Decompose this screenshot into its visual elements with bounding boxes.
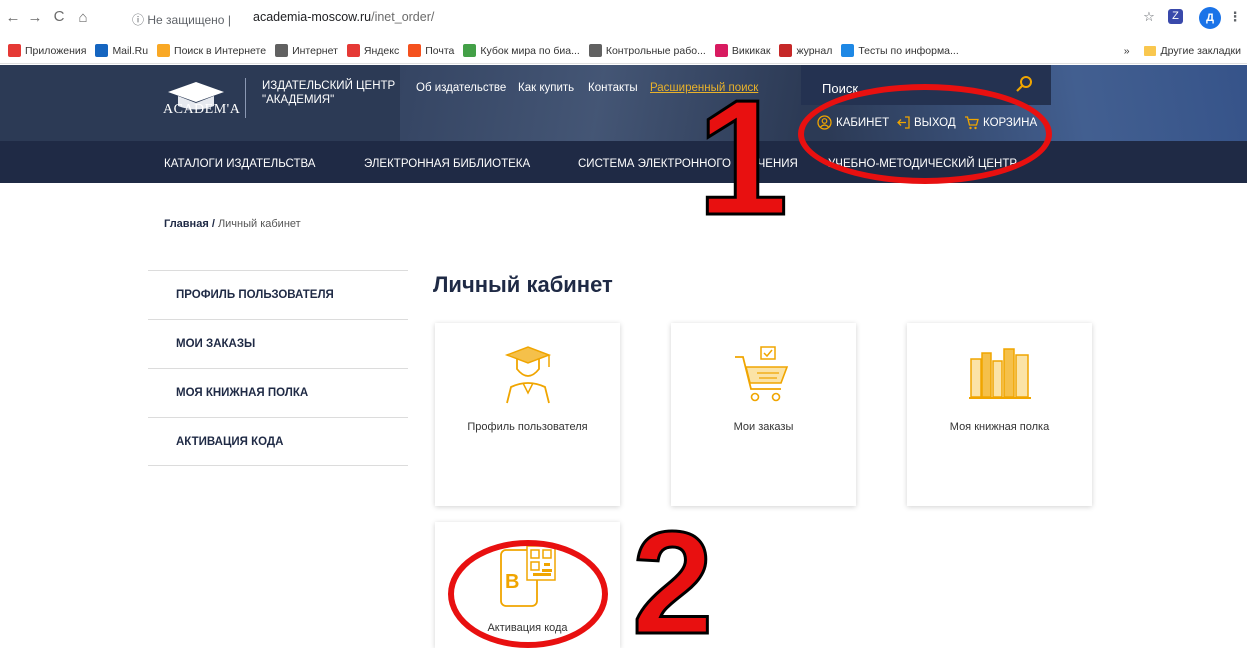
bookmark-item[interactable]: Поиск в Интернете [157,44,266,57]
logo-divider [245,78,246,118]
forward-icon[interactable]: → [26,9,44,26]
journal-icon [779,44,793,57]
sidebar-item-code-activation[interactable]: АКТИВАЦИЯ КОДА [148,417,408,466]
bookmark-label: журнал [796,44,833,57]
folder-icon [1143,46,1156,56]
card-label: Профиль пользователя [467,421,588,433]
bookmark-item[interactable]: Интернет [275,44,338,57]
breadcrumb-home[interactable]: Главная [164,218,209,230]
page-title: Личный кабинет [433,272,613,297]
mailru-icon [95,44,109,57]
card-profile[interactable]: Профиль пользователя [435,323,620,506]
menu-dots-icon[interactable]: ⋮ [1225,7,1245,27]
account-sidebar: ПРОФИЛЬ ПОЛЬЗОВАТЕЛЯ МОИ ЗАКАЗЫ МОЯ КНИЖ… [148,270,408,466]
brand-line: "АКАДЕМИЯ" [262,94,335,106]
bookmark-label: Яндекс [363,44,400,57]
graduate-icon [504,346,552,404]
card-label: Мои заказы [733,421,794,433]
bookmark-label: Почта [425,44,455,57]
sidebar-item-profile[interactable]: ПРОФИЛЬ ПОЛЬЗОВАТЕЛЯ [148,270,408,319]
card-bookshelf[interactable]: Моя книжная полка [907,323,1092,506]
annotation-ring-2 [448,540,608,648]
search-icon[interactable] [1014,74,1034,94]
breadcrumb: Главная / Личный кабинет [164,218,301,230]
brand-line: ИЗДАТЕЛЬСКИЙ ЦЕНТР [262,80,396,92]
card-orders[interactable]: Мои заказы [671,323,856,506]
bookmark-item[interactable]: Кубок мира по биа... [463,44,580,57]
sidebar-item-orders[interactable]: МОИ ЗАКАЗЫ [148,319,408,368]
breadcrumb-current: Личный кабинет [217,218,301,230]
bookmark-item[interactable]: Яндекс [346,44,400,57]
bookmark-label: Поиск в Интернете [174,44,267,57]
yandex-icon [346,44,360,57]
bookmark-item[interactable]: журнал [779,44,832,57]
home-icon[interactable]: ⌂ [74,9,92,26]
menu-e-library[interactable]: ЭЛЕКТРОННАЯ БИБЛИОТЕКА [364,158,530,170]
annotation-ring-1 [798,84,1052,184]
bookmark-item[interactable]: Приложения [8,44,86,57]
mail-icon [408,44,422,57]
globe-icon [588,44,602,57]
url-host: academia-moscow.ru [253,10,372,24]
check-icon [841,44,855,57]
other-bookmarks-label: Другие закладки [1160,45,1241,57]
other-bookmarks[interactable]: » Другие закладки [1124,38,1241,64]
bookmark-item[interactable]: Тесты по информа... [841,44,959,57]
bookmark-label: Тесты по информа... [858,44,959,57]
extension-icon[interactable]: Z [1168,9,1183,24]
bookshelf-icon [969,348,1031,399]
bookmark-item[interactable]: Викикак [714,44,771,57]
bookmark-item[interactable]: Почта [408,44,454,57]
breadcrumb-separator: / [211,218,215,230]
bookmark-item[interactable]: Контрольные рабо... [588,44,706,57]
wikikak-icon [714,44,728,57]
bookmark-item[interactable]: Mail.Ru [95,44,148,57]
annotation-number-2: 2 [630,501,714,648]
apps-icon [8,44,21,57]
security-text: Не защищено [147,13,225,27]
cart-icon [735,346,789,402]
globe-icon [275,44,289,57]
site-icon [463,44,477,57]
security-indicator[interactable]: ⓘ Не защищено | [132,11,231,28]
bookmarks-bar: Приложения Mail.Ru Поиск в Интернете Интерн… [0,38,1247,64]
profile-avatar[interactable]: Д [1199,7,1221,29]
site-logo[interactable]: ACADEM'A [163,102,240,118]
annotation-number-1: 1 [695,66,789,249]
browser-toolbar: ← → C ⌂ ⓘ Не защищено | academia-moscow.… [0,0,1247,38]
sidebar-item-bookshelf[interactable]: МОЯ КНИЖНАЯ ПОЛКА [148,368,408,417]
bookmark-label: Приложения [25,44,87,57]
reload-icon[interactable]: C [50,8,68,25]
search-bookmark-icon [157,44,171,57]
nav-contacts[interactable]: Контакты [588,82,638,94]
bookmark-label: Кубок мира по биа... [480,44,580,57]
address-field[interactable]: academia-moscow.ru/inet_order/ [253,10,434,24]
bookmark-star-icon[interactable]: ☆ [1139,7,1159,27]
bookmark-label: Mail.Ru [112,44,149,57]
bookmark-label: Контрольные рабо... [605,44,706,57]
back-icon[interactable]: ← [4,9,22,26]
brand-name: ИЗДАТЕЛЬСКИЙ ЦЕНТР "АКАДЕМИЯ" [262,79,395,107]
bookmark-label: Викикак [731,44,771,57]
nav-how-to-buy[interactable]: Как купить [518,82,574,94]
card-label: Моя книжная полка [949,421,1050,433]
bookmark-label: Интернет [292,44,338,57]
menu-catalogs[interactable]: КАТАЛОГИ ИЗДАТЕЛЬСТВА [164,158,315,170]
nav-about[interactable]: Об издательстве [416,82,506,94]
more-bookmarks-icon[interactable]: » [1124,45,1130,57]
url-path: /inet_order/ [371,10,435,24]
